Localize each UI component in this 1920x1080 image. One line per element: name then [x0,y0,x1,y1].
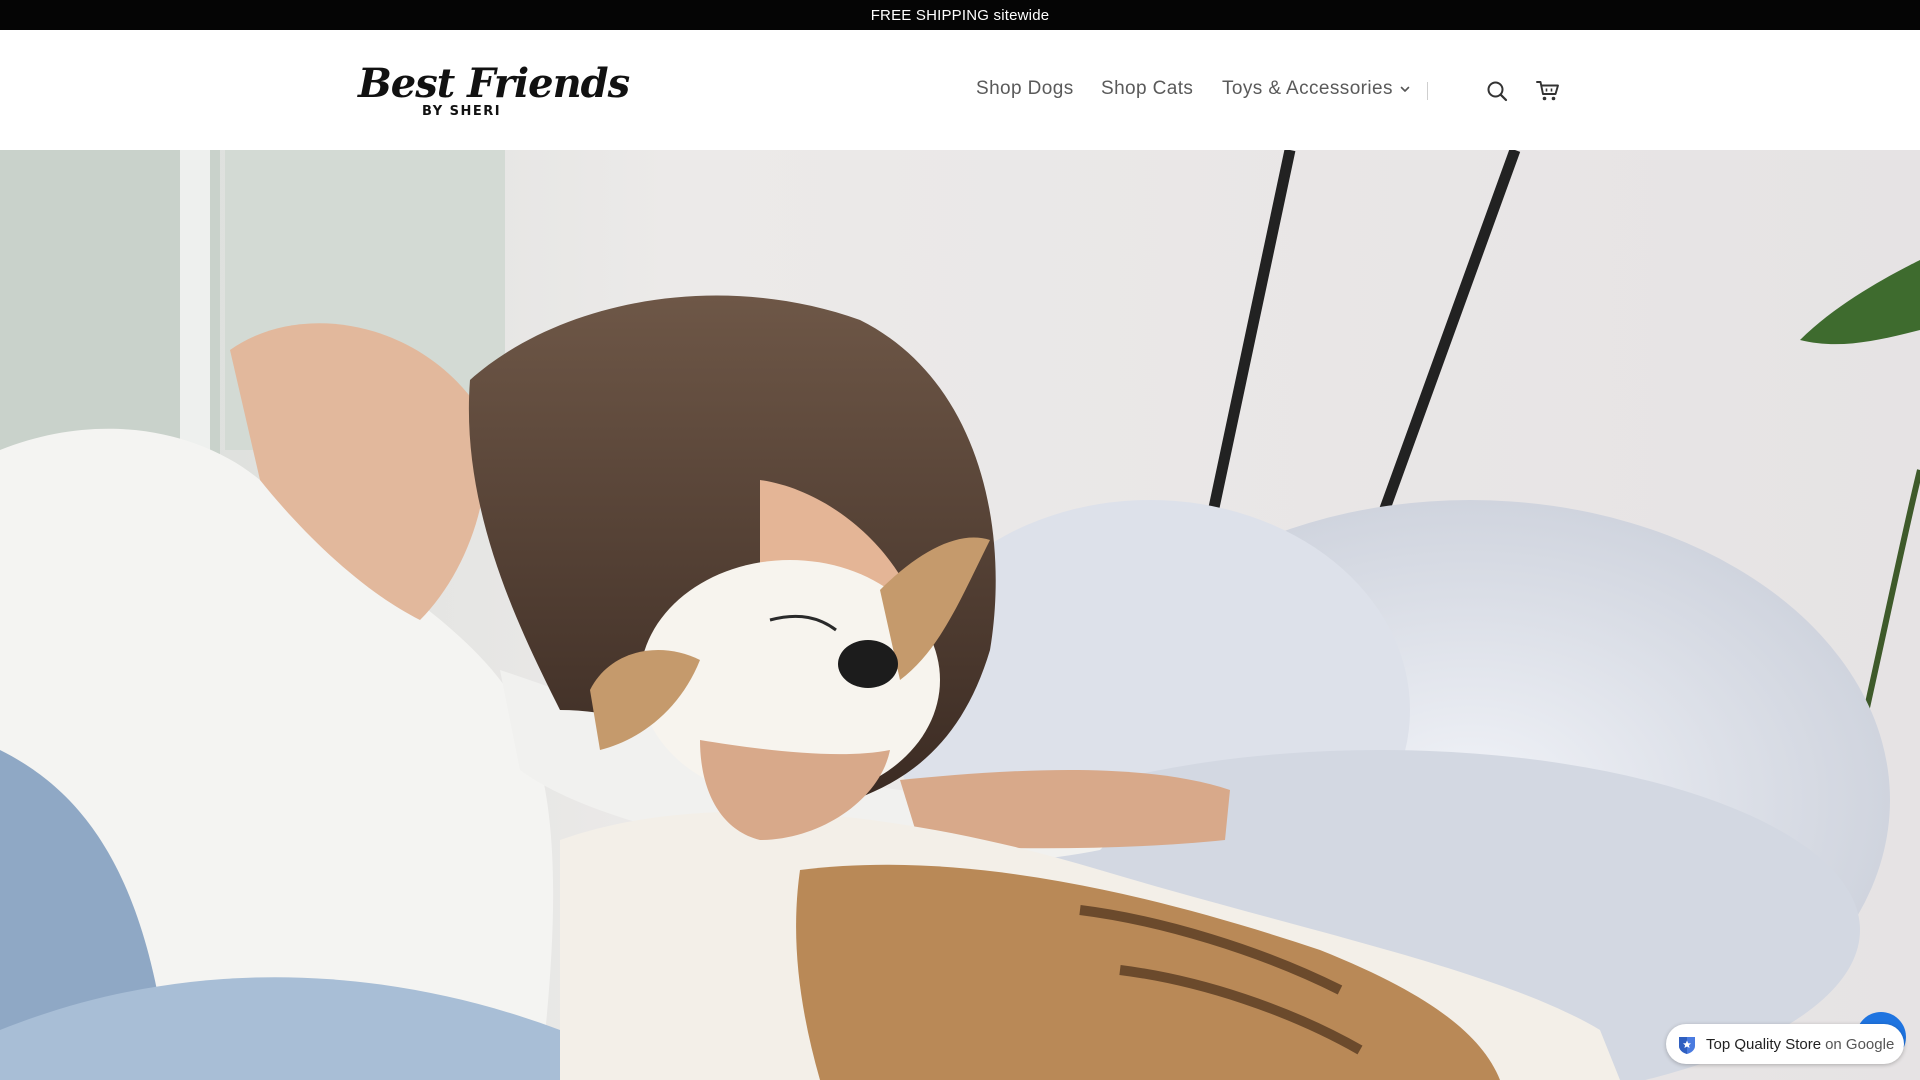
nav-shop-dogs[interactable]: Shop Dogs [976,78,1074,100]
nav-shop-dogs-label: Shop Dogs [976,78,1074,99]
google-quality-badge[interactable]: Top Quality Store on Google [1666,1024,1904,1064]
hero-image [0,150,1920,1080]
badge-label: Top Quality Store [1706,1035,1822,1053]
cart-button[interactable] [1534,77,1562,105]
brand-sub: BY SHERI [422,104,502,119]
cart-icon [1536,81,1559,101]
nav-toys-accessories-label: Toys & Accessories [1222,78,1393,99]
brand-logo[interactable]: Best Friends BY SHERI [358,60,630,122]
site-header: Best Friends BY SHERI Shop Dogs Shop Cat… [0,30,1920,150]
search-button[interactable] [1483,77,1511,105]
chevron-down-icon [1400,86,1410,92]
nav-shop-cats[interactable]: Shop Cats [1101,78,1193,100]
nav-divider [1427,82,1428,100]
nav-toys-accessories[interactable]: Toys & Accessories [1222,78,1411,100]
brand-name: Best Friends [358,60,630,107]
announcement-bar: FREE SHIPPING sitewide [0,0,1920,30]
nav-shop-cats-label: Shop Cats [1101,78,1194,99]
hero-banner[interactable] [0,150,1920,1080]
announcement-text: FREE SHIPPING sitewide [870,6,1050,24]
badge-suffix: on Google [1825,1035,1895,1053]
google-shield-icon [1679,1037,1695,1054]
search-icon [1487,81,1508,102]
